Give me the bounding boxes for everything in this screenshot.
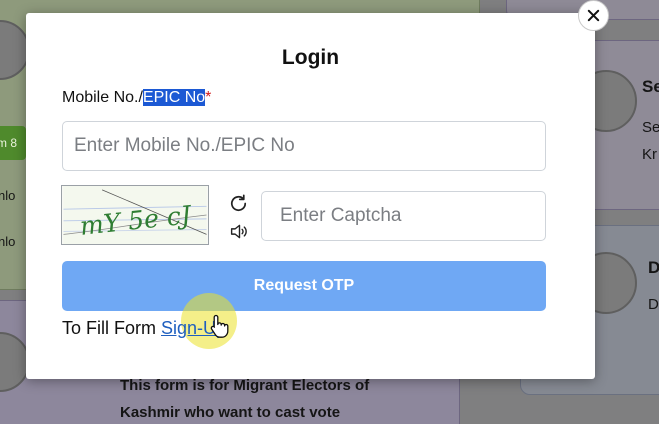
request-otp-button[interactable]: Request OTP — [62, 261, 546, 311]
modal-title: Login — [281, 46, 340, 69]
bg-download-link: nlo — [0, 188, 16, 203]
refresh-captcha-button[interactable] — [226, 191, 250, 215]
signup-prefix: To Fill Form — [62, 318, 156, 338]
bg-description-line-2: Kashmir who want to cast vote — [120, 404, 341, 421]
close-modal-button[interactable] — [578, 0, 609, 31]
bg-card-title: Se — [642, 77, 659, 96]
bg-card-text: Se — [642, 119, 659, 136]
mobile-field-label: Mobile No./EPIC No* — [62, 89, 211, 107]
label-selected-text: EPIC No — [142, 89, 206, 106]
label-prefix: Mobile No./ — [62, 89, 143, 106]
bg-card-text-2: Kr — [642, 146, 657, 163]
required-asterisk: * — [205, 89, 212, 106]
captcha-image: mY 5e cJ — [61, 185, 209, 245]
bg-green-tag: m 8 — [0, 126, 26, 160]
mobile-epic-input[interactable] — [62, 121, 546, 171]
captcha-input[interactable] — [261, 191, 546, 241]
bg-card-title-2: D — [648, 258, 659, 277]
signup-line: To Fill Form Sign-Up — [62, 318, 226, 339]
bg-card-text-3: D — [648, 296, 659, 313]
login-modal: Login Mobile No./EPIC No* mY 5e cJ Reque… — [26, 13, 595, 379]
bg-description-line-1: This form is for Migrant Electors of — [120, 377, 370, 394]
close-icon — [587, 9, 600, 22]
speaker-icon — [230, 224, 247, 238]
audio-captcha-button[interactable] — [227, 219, 251, 243]
captcha-graphic: mY 5e cJ — [63, 186, 207, 244]
bg-download-link-2: nlo — [0, 234, 16, 249]
hand-pointer-icon — [210, 314, 229, 338]
bg-tag-text: m 8 — [0, 136, 18, 150]
refresh-icon — [230, 193, 246, 211]
